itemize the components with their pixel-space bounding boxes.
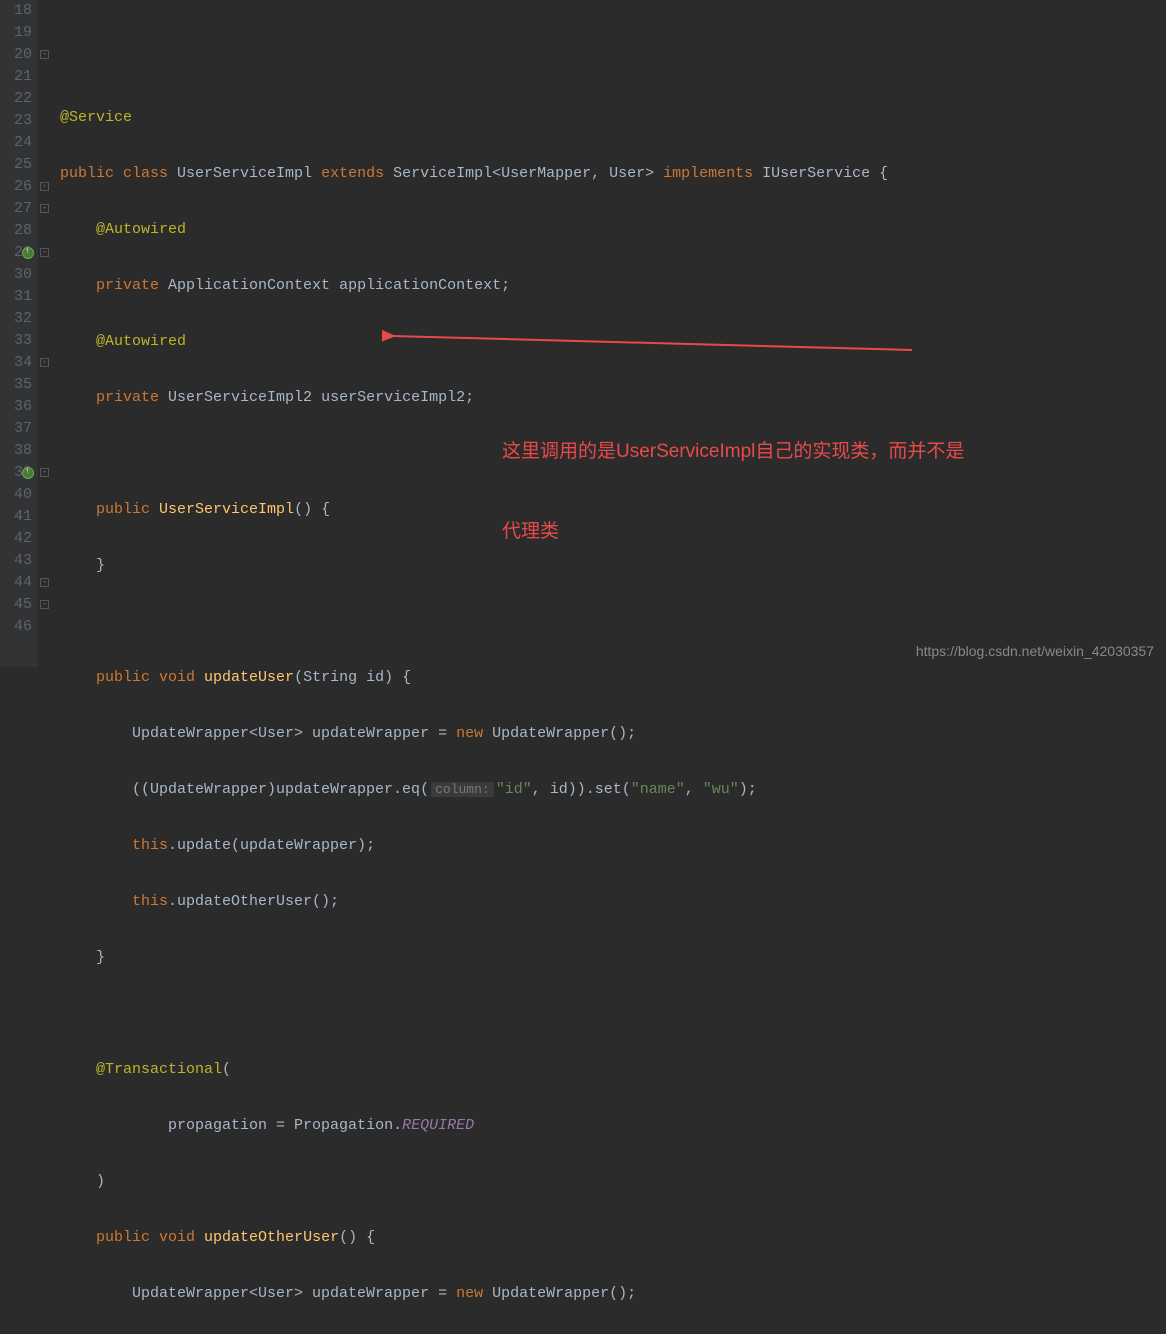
line-number: 32 xyxy=(4,308,32,330)
line-number: 31 xyxy=(4,286,32,308)
fold-toggle-icon[interactable]: - xyxy=(40,358,49,367)
line-number-gutter: 1819202122232425262728293031323334353637… xyxy=(0,0,38,667)
line-number: 28 xyxy=(4,220,32,242)
override-method-icon[interactable] xyxy=(22,247,34,259)
line-number: 38 xyxy=(4,440,32,462)
fold-toggle-icon[interactable]: - xyxy=(40,50,49,59)
fold-toggle-icon[interactable]: - xyxy=(40,578,49,587)
line-number: 26 xyxy=(4,176,32,198)
code-line: } xyxy=(60,947,888,969)
line-number: 37 xyxy=(4,418,32,440)
code-line: ((UpdateWrapper)updateWrapper.eq(column:… xyxy=(60,779,888,801)
fold-toggle-icon[interactable]: - xyxy=(40,248,49,257)
line-number: 44 xyxy=(4,572,32,594)
fold-column: - - - - - - - - xyxy=(38,0,52,667)
line-number: 45 xyxy=(4,594,32,616)
line-number: 22 xyxy=(4,88,32,110)
watermark-text: https://blog.csdn.net/weixin_42030357 xyxy=(916,643,1154,659)
line-number: 25 xyxy=(4,154,32,176)
annotation-text: 这里调用的是UserServiceImpl自己的实现类，而并不是 代理类 xyxy=(502,386,964,599)
line-number: 24 xyxy=(4,132,32,154)
line-number: 19 xyxy=(4,22,32,44)
code-line: @Transactional( xyxy=(60,1059,888,1081)
code-line: UpdateWrapper<User> updateWrapper = new … xyxy=(60,1283,888,1305)
line-number: 43 xyxy=(4,550,32,572)
code-line: @Service xyxy=(60,107,888,129)
line-number: 41 xyxy=(4,506,32,528)
code-line: public class UserServiceImpl extends Ser… xyxy=(60,163,888,185)
code-line xyxy=(60,51,888,73)
code-line: UpdateWrapper<User> updateWrapper = new … xyxy=(60,723,888,745)
fold-toggle-icon[interactable]: - xyxy=(40,204,49,213)
code-area[interactable]: @Service public class UserServiceImpl ex… xyxy=(52,0,888,667)
fold-toggle-icon[interactable]: - xyxy=(40,182,49,191)
line-number: 36 xyxy=(4,396,32,418)
code-line: this.updateOtherUser(); xyxy=(60,891,888,913)
line-number: 20 xyxy=(4,44,32,66)
line-number: 27 xyxy=(4,198,32,220)
line-number: 33 xyxy=(4,330,32,352)
code-line: ) xyxy=(60,1171,888,1193)
line-number: 40 xyxy=(4,484,32,506)
annotation: @Service xyxy=(60,109,132,126)
fold-toggle-icon[interactable]: - xyxy=(40,468,49,477)
line-number: 30 xyxy=(4,264,32,286)
line-number: 34 xyxy=(4,352,32,374)
code-line: this.update(updateWrapper); xyxy=(60,835,888,857)
code-line: public void updateOtherUser() { xyxy=(60,1227,888,1249)
param-hint: column: xyxy=(431,782,494,797)
override-method-icon[interactable] xyxy=(22,467,34,479)
code-line: propagation = Propagation.REQUIRED xyxy=(60,1115,888,1137)
code-editor[interactable]: 1819202122232425262728293031323334353637… xyxy=(0,0,1166,667)
line-number: 46 xyxy=(4,616,32,638)
code-line: private ApplicationContext applicationCo… xyxy=(60,275,888,297)
code-line: @Autowired xyxy=(60,219,888,241)
code-line xyxy=(60,611,888,633)
code-line xyxy=(60,1003,888,1025)
line-number: 23 xyxy=(4,110,32,132)
fold-toggle-icon[interactable]: - xyxy=(40,600,49,609)
code-line: @Autowired xyxy=(60,331,888,353)
line-number: 21 xyxy=(4,66,32,88)
line-number: 35 xyxy=(4,374,32,396)
line-number: 18 xyxy=(4,0,32,22)
code-line: public void updateUser(String id) { xyxy=(60,667,888,689)
line-number: 42 xyxy=(4,528,32,550)
